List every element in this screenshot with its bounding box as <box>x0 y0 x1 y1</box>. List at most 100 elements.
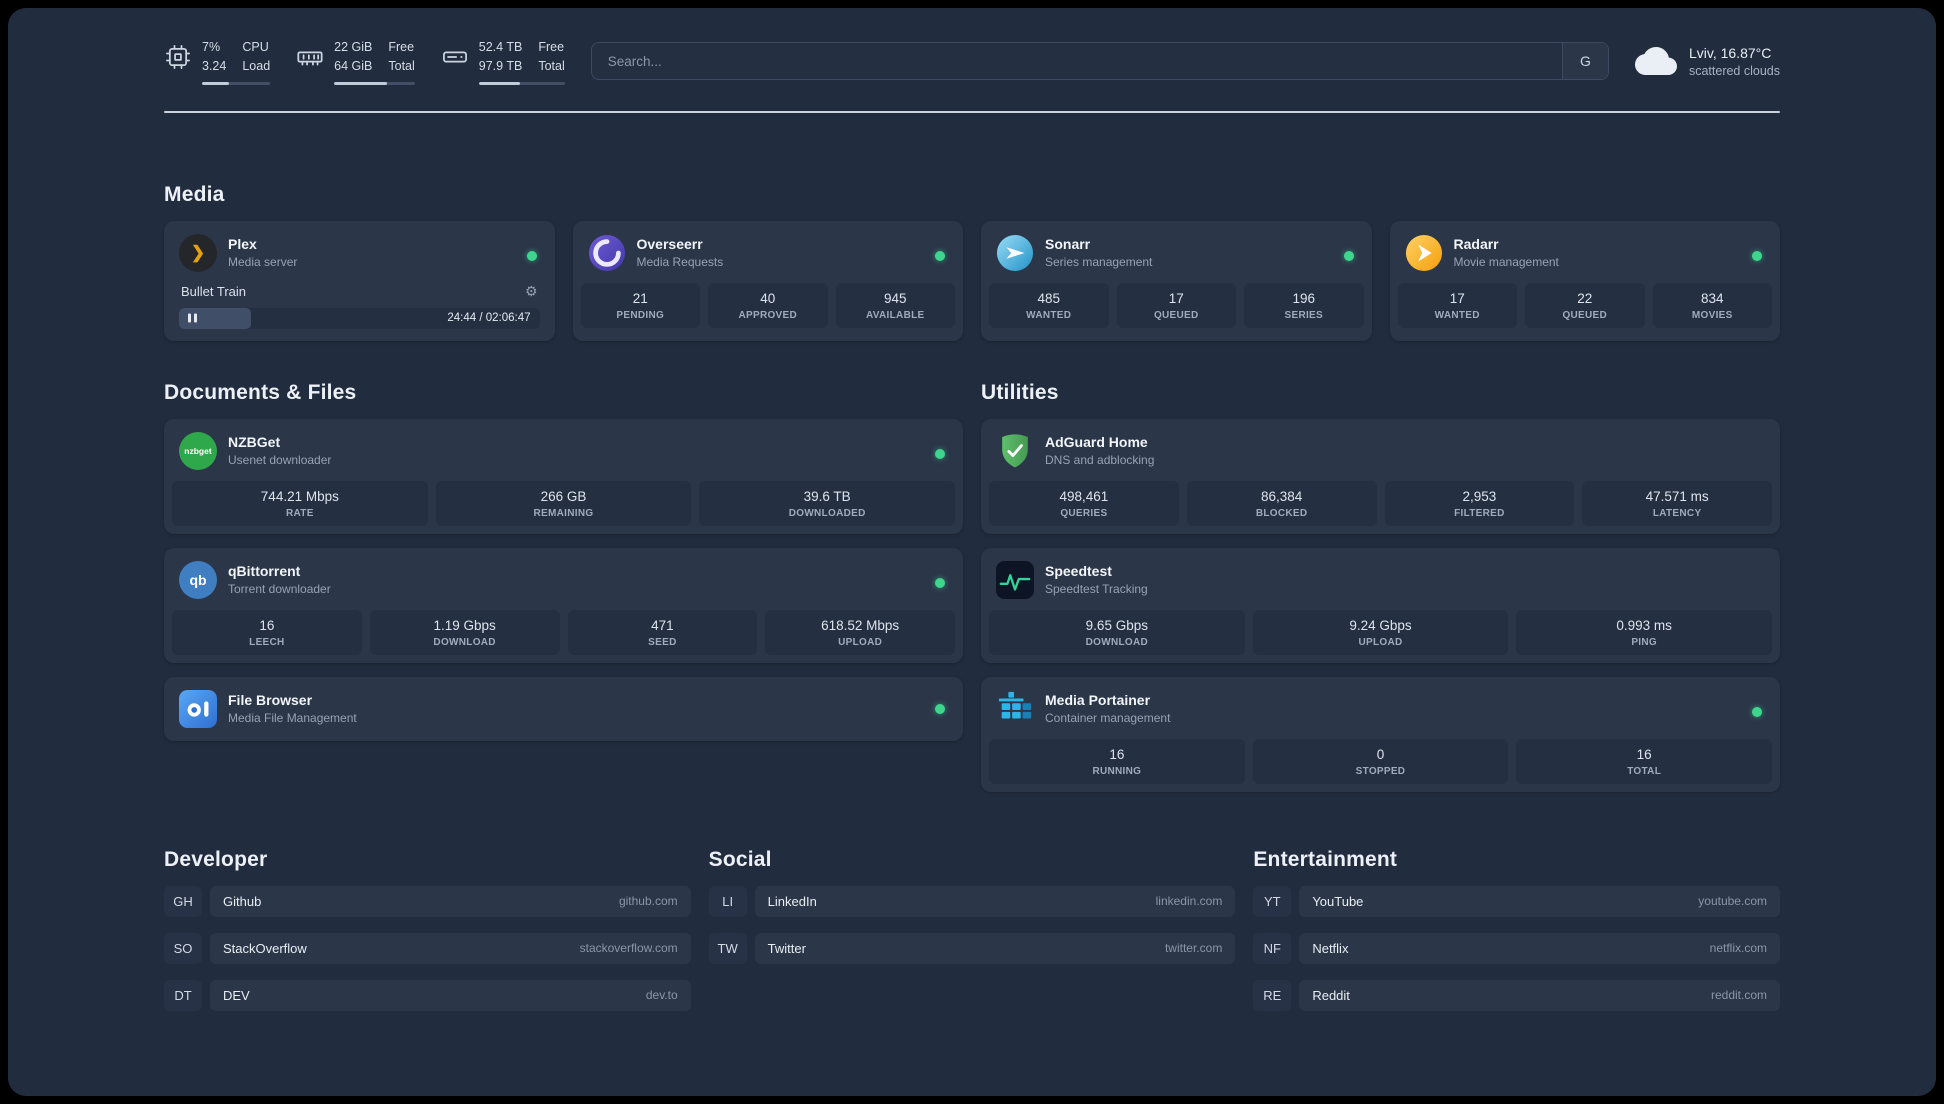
service-card-radarr[interactable]: Radarr Movie management 17 WANTED 22 QUE… <box>1389 220 1780 341</box>
bookmark-abbr[interactable]: YT <box>1253 885 1292 917</box>
service-name: Sonarr <box>1045 236 1091 253</box>
bookmark-abbr[interactable]: NF <box>1253 932 1292 964</box>
service-name: NZBGet <box>228 434 281 451</box>
service-card-nzbget[interactable]: nzbget NZBGet Usenet downloader 744.21 M… <box>164 418 963 534</box>
service-card-qbittorrent[interactable]: qb qBittorrent Torrent downloader 16 LEE… <box>164 547 963 663</box>
service-name: Plex <box>228 236 257 253</box>
bookmark-abbr[interactable]: RE <box>1253 979 1292 1011</box>
service-description: Series management <box>1045 255 1153 270</box>
service-description: Usenet downloader <box>228 453 332 468</box>
stat-tile: 9.24 Gbps UPLOAD <box>1252 609 1509 655</box>
stat-value: 196 <box>1292 290 1316 306</box>
memory-total-label: Total <box>388 59 415 74</box>
cpu-label: CPU <box>242 40 269 54</box>
stat-label: AVAILABLE <box>866 309 925 321</box>
bookmark-abbr[interactable]: DT <box>164 979 202 1011</box>
service-name: qBittorrent <box>228 563 301 580</box>
stat-tile: 16 LEECH <box>172 609 362 655</box>
stat-label: LATENCY <box>1652 507 1702 519</box>
service-card-adguard[interactable]: AdGuard Home DNS and adblocking 498,461 … <box>981 418 1780 534</box>
service-card-filebrowser[interactable]: File Browser Media File Management <box>164 676 963 741</box>
stat-label: RATE <box>285 507 314 519</box>
stat-label: SEED <box>648 636 677 648</box>
section-heading-documents: Documents & Files <box>164 380 357 404</box>
stat-tile: 196 SERIES <box>1244 282 1364 328</box>
status-dot <box>935 250 945 261</box>
search-input[interactable] <box>591 43 1562 80</box>
service-description: Container management <box>1045 711 1171 726</box>
stat-tile: 744.21 Mbps RATE <box>172 480 428 526</box>
bookmark-github[interactable]: GH Github github.com <box>164 885 691 917</box>
service-name: File Browser <box>228 692 313 709</box>
stat-value: 47.571 ms <box>1645 488 1709 504</box>
service-description: Media Requests <box>636 255 724 270</box>
settings-gear-icon[interactable]: ⚙ <box>525 284 538 298</box>
bookmark-abbr[interactable]: LI <box>708 885 747 917</box>
playback-progress-bar[interactable]: 24:44 / 02:06:47 <box>179 307 540 329</box>
section-entertainment: Entertainment YT YouTube youtube.com NF … <box>1253 848 1780 1011</box>
cpu-progress-fill <box>202 81 230 85</box>
filebrowser-icon <box>179 689 217 728</box>
service-card-portainer[interactable]: Media Portainer Container management 16 … <box>981 676 1780 792</box>
section-heading-media: Media <box>164 182 225 206</box>
topbar-divider <box>164 110 1780 113</box>
now-playing-title: Bullet Train <box>181 283 247 299</box>
stat-tile: 17 QUEUED <box>1116 282 1236 328</box>
bookmark-name: Twitter <box>767 940 806 956</box>
disk-free-label: Free <box>538 40 565 54</box>
stat-value: 17 <box>1168 290 1184 306</box>
service-card-speedtest[interactable]: Speedtest Speedtest Tracking 9.65 Gbps D… <box>981 547 1780 663</box>
service-name: Speedtest <box>1045 563 1112 580</box>
bookmark-netflix[interactable]: NF Netflix netflix.com <box>1253 932 1780 964</box>
service-card-sonarr[interactable]: Sonarr Series management 485 WANTED 17 Q… <box>981 220 1372 341</box>
disk-widget: 52.4 TB 97.9 TB Free Total <box>441 38 565 85</box>
stat-tile: 9.65 Gbps DOWNLOAD <box>989 609 1245 655</box>
stat-label: STOPPED <box>1355 765 1406 777</box>
bookmark-twitter[interactable]: TW Twitter twitter.com <box>708 932 1236 964</box>
status-dot <box>1752 706 1762 717</box>
stat-value: 0 <box>1376 746 1385 762</box>
stat-value: 16 <box>259 617 275 633</box>
bookmark-url: twitter.com <box>1164 941 1223 956</box>
stat-value: 945 <box>883 290 907 306</box>
bookmark-abbr[interactable]: GH <box>164 885 202 917</box>
bookmark-url: youtube.com <box>1698 894 1767 909</box>
bookmark-youtube[interactable]: YT YouTube youtube.com <box>1253 885 1780 917</box>
service-description: Media File Management <box>228 711 357 726</box>
disk-progress-fill <box>478 81 521 85</box>
search-engine-button[interactable]: G <box>1561 43 1608 80</box>
stat-label: TOTAL <box>1627 765 1662 777</box>
section-heading-developer: Developer <box>164 847 268 871</box>
bookmark-url: stackoverflow.com <box>579 941 678 956</box>
playback-time: 24:44 / 02:06:47 <box>447 312 531 325</box>
stat-label: UPLOAD <box>1358 636 1403 648</box>
stat-label: WANTED <box>1434 309 1480 321</box>
cpu-widget: 7% 3.24 CPU Load <box>164 38 271 85</box>
bookmark-reddit[interactable]: RE Reddit reddit.com <box>1253 979 1780 1011</box>
stat-label: LEECH <box>249 636 285 648</box>
pause-icon[interactable] <box>188 313 197 323</box>
bookmark-stackoverflow[interactable]: SO StackOverflow stackoverflow.com <box>164 932 691 964</box>
stat-tile: 834 MOVIES <box>1652 282 1772 328</box>
bookmark-linkedin[interactable]: LI LinkedIn linkedin.com <box>708 885 1236 917</box>
stat-value: 834 <box>1700 290 1724 306</box>
service-card-overseerr[interactable]: Overseerr Media Requests 21 PENDING 40 A… <box>572 220 963 341</box>
service-name: Overseerr <box>636 236 703 253</box>
section-developer: Developer GH Github github.com SO StackO… <box>164 848 691 1011</box>
stat-value: 40 <box>760 290 776 306</box>
bookmark-abbr[interactable]: SO <box>164 932 202 964</box>
stat-tile: 0.993 ms PING <box>1516 609 1772 655</box>
status-dot <box>1752 250 1762 261</box>
stat-tile: 471 SEED <box>567 609 758 655</box>
disk-progress-bar <box>478 81 565 85</box>
stat-label: DOWNLOADED <box>788 507 866 519</box>
stat-value: 9.24 Gbps <box>1349 617 1412 633</box>
section-media: Media ❯ Plex Media server Bullet Train ⚙… <box>164 183 1780 341</box>
nzbget-logo-text: nzbget <box>184 445 212 456</box>
status-dot <box>935 448 945 459</box>
bookmark-abbr[interactable]: TW <box>708 932 747 964</box>
bookmark-dev[interactable]: DT DEV dev.to <box>164 979 691 1011</box>
dashboard: 7% 3.24 CPU Load 22 GiB 64 GiB Free Tota… <box>8 8 1936 1096</box>
service-card-plex[interactable]: ❯ Plex Media server Bullet Train ⚙ 24:44… <box>164 220 555 341</box>
stat-value: 471 <box>651 617 674 633</box>
